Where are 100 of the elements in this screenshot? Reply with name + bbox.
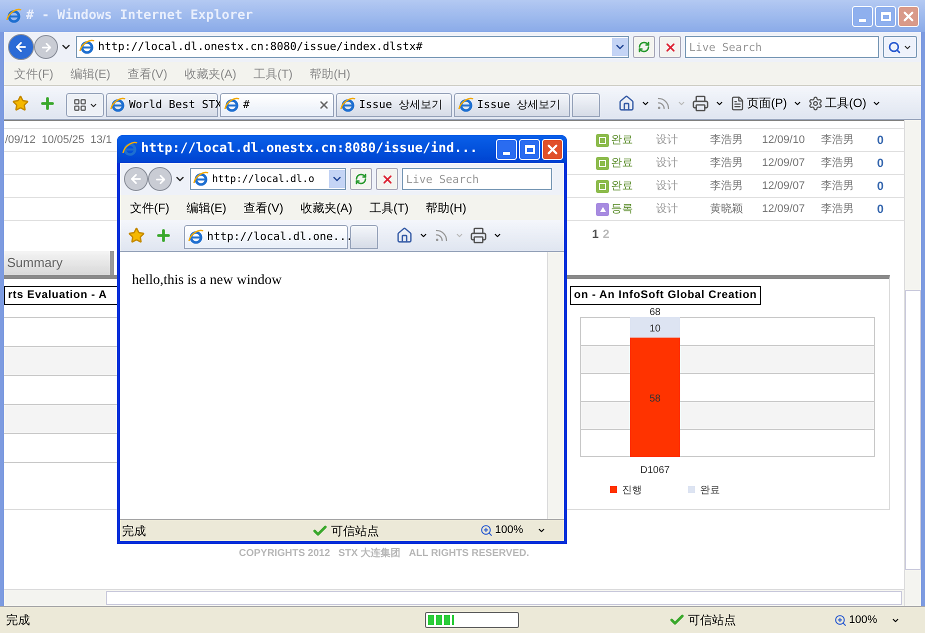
status-text: 完成	[6, 612, 31, 629]
minimize-icon	[503, 152, 510, 154]
table-cell-text: 设计	[656, 202, 679, 217]
back-button[interactable]	[8, 34, 34, 60]
stop-button[interactable]	[376, 168, 398, 190]
address-field[interactable]: http://local.dl.o	[190, 168, 346, 190]
copyright-text: COPYRIGHTS 2012 STX 大连集团 ALL RIGHTS RESERVED.	[238, 546, 530, 561]
favorites-star-icon[interactable]	[128, 226, 145, 244]
security-zone: 可信站点	[331, 522, 379, 540]
address-dropdown-button[interactable]	[612, 38, 628, 56]
table-cell-text: /09/12	[5, 132, 36, 148]
home-icon[interactable]	[396, 226, 413, 244]
close-tab-icon[interactable]	[318, 99, 330, 111]
forward-button[interactable]	[34, 35, 58, 59]
new-tab-button[interactable]	[350, 225, 378, 249]
forward-arrow-icon	[40, 40, 52, 54]
document-status-icon	[596, 180, 609, 192]
close-button[interactable]	[542, 138, 563, 160]
page-icon	[730, 96, 745, 110]
horizontal-scrollbar[interactable]	[4, 589, 904, 606]
legend-item: 진행	[610, 485, 642, 496]
refresh-icon	[638, 41, 650, 53]
tools-menu-button[interactable]: 工具(O)	[808, 94, 866, 112]
dropdown-icon	[537, 526, 546, 535]
menu-item[interactable]: 编辑(E)	[186, 198, 226, 216]
table-cell-text: 设计	[656, 132, 679, 148]
comment-count: 0	[877, 155, 884, 172]
stop-button[interactable]	[659, 36, 681, 58]
menu-item[interactable]: 工具(T)	[369, 198, 409, 216]
value-label: 10	[649, 323, 661, 334]
legend-item: 완료	[688, 485, 720, 496]
status-label: 완료	[611, 178, 633, 194]
browser-tab[interactable]: #	[220, 93, 334, 117]
table-cell-text: 李浩男	[710, 132, 744, 148]
table-cell-text: 12/09/10	[762, 132, 806, 148]
browser-tab[interactable]: Issue 상세보기	[336, 93, 452, 117]
tab-label: Issue 상세보기	[477, 96, 562, 113]
zoom-button[interactable]: 100%	[480, 522, 546, 539]
menu-item[interactable]: 文件(F)	[130, 198, 170, 216]
feed-icon[interactable]	[656, 96, 671, 110]
add-favorite-icon[interactable]	[155, 226, 172, 244]
status-text: 完成	[122, 522, 147, 540]
page-menu-button[interactable]: 页面(P)	[730, 94, 787, 112]
window-title: # - Windows Internet Explorer	[26, 7, 254, 26]
tiles-icon	[72, 98, 86, 112]
print-icon[interactable]	[692, 94, 709, 112]
address-dropdown-button[interactable]	[329, 170, 345, 188]
search-icon	[888, 40, 901, 54]
status-label: 완료	[611, 156, 633, 171]
new-tab-button[interactable]	[572, 93, 600, 117]
browser-logo-icon	[224, 97, 240, 113]
home-icon[interactable]	[618, 94, 635, 112]
refresh-button[interactable]	[350, 168, 372, 190]
browser-logo-icon	[340, 97, 356, 113]
feed-icon[interactable]	[434, 228, 449, 242]
menu-item[interactable]: 查看(V)	[243, 198, 284, 216]
back-button[interactable]	[124, 167, 148, 191]
refresh-button[interactable]	[633, 36, 655, 58]
print-icon[interactable]	[470, 226, 487, 244]
minimize-icon	[859, 18, 866, 22]
minimize-button[interactable]	[496, 138, 517, 160]
menu-item[interactable]: 帮助(H)	[426, 198, 466, 216]
check-icon	[312, 522, 328, 538]
browser-tab[interactable]: Issue 상세보기	[454, 93, 570, 117]
address-field[interactable]: http://local.dl.onestx.cn:8080/issue/index.dlstx#	[76, 36, 629, 58]
search-field[interactable]: Live Search	[402, 168, 552, 190]
table-cell-text: 李浩男	[821, 178, 855, 194]
search-button[interactable]	[883, 36, 917, 58]
comment-count: 0	[877, 132, 884, 149]
table-cell-text: 12/09/07	[762, 178, 806, 194]
table-cell-text: 李浩男	[710, 178, 744, 194]
zoom-icon	[834, 614, 847, 626]
table-cell-text: 设计	[656, 178, 679, 194]
legend-label: 진행	[622, 485, 642, 496]
table-cell-text: 李浩男	[821, 156, 855, 171]
summary-tab[interactable]: Summary	[4, 251, 114, 275]
quick-tabs-button[interactable]	[66, 93, 104, 117]
maximize-icon	[880, 12, 890, 20]
zoom-icon	[480, 524, 493, 537]
status-label: 완료	[611, 132, 633, 148]
forward-button[interactable]	[148, 167, 172, 191]
add-favorite-icon[interactable]	[39, 94, 56, 112]
page-text: hello,this is a new window	[132, 273, 282, 288]
table-cell-text: 李浩男	[710, 156, 744, 171]
table-cell-text: 设计	[656, 156, 679, 171]
total-label: 68	[649, 307, 661, 318]
document-status-icon	[596, 156, 609, 170]
table-cell-text: 13/1	[90, 132, 112, 148]
close-icon	[545, 142, 560, 156]
favorites-star-icon[interactable]	[12, 94, 29, 112]
table-cell-text: 10/05/25	[42, 132, 84, 148]
up-arrow-status-icon	[596, 202, 609, 216]
zoom-button[interactable]: 100%	[834, 612, 900, 628]
page-link[interactable]: 1	[592, 225, 599, 243]
maximize-button[interactable]	[519, 138, 540, 160]
menu-item[interactable]: 收藏夹(A)	[300, 198, 352, 216]
browser-tab[interactable]: http://local.dl.one...	[184, 225, 348, 249]
legend-label: 완료	[700, 485, 720, 496]
search-field[interactable]: Live Search	[685, 36, 879, 58]
address-url: http://local.dl.onestx.cn:8080/issue/index.dlstx#	[98, 38, 424, 55]
